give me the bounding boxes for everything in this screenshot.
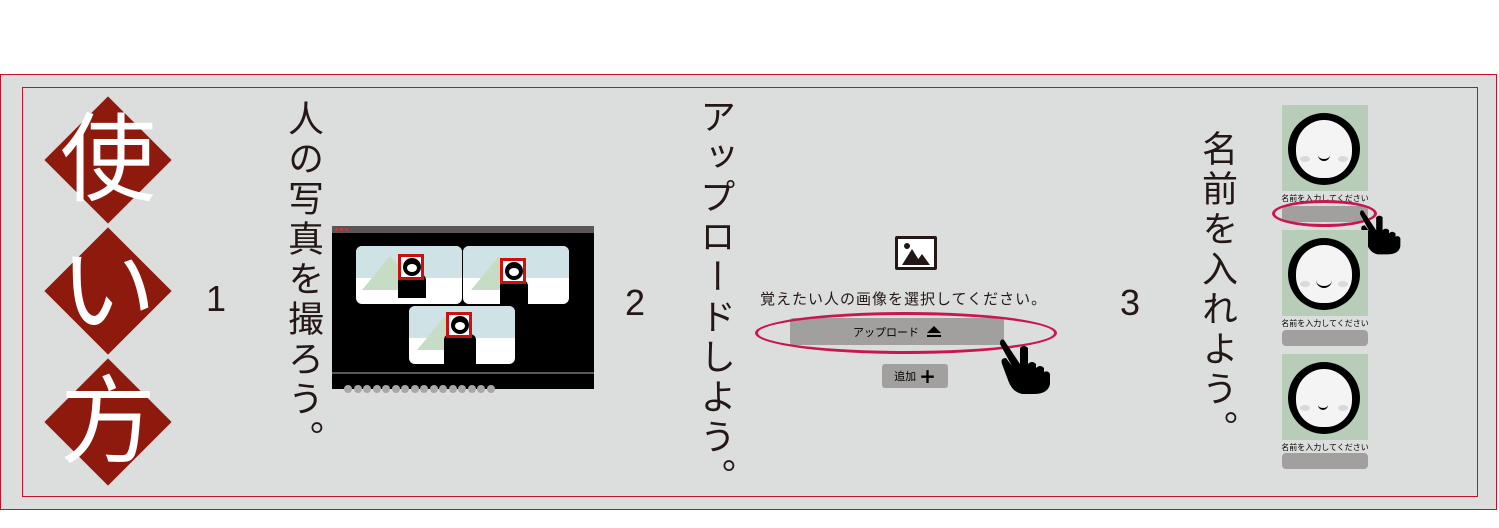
step-2-number: 2 (625, 282, 646, 323)
plus-icon: + (919, 364, 936, 388)
step-2-text: アップロードしよう。 (694, 98, 735, 498)
name-card-2-photo (1282, 230, 1368, 316)
detected-face-box (446, 312, 472, 338)
name-card-3-label: 名前を入力してください (1281, 443, 1369, 452)
detected-face-box (500, 258, 526, 284)
step-1-number: 1 (206, 278, 227, 319)
thumbnail-dots (344, 378, 496, 397)
title-char-1: 使 (60, 104, 156, 216)
step-3-text: 名前を入れよう。 (1196, 130, 1237, 450)
detected-face-box (398, 254, 424, 280)
name-card-3-photo (1282, 354, 1368, 440)
name-card-3-input[interactable] (1282, 453, 1368, 469)
add-button-label: 追加 (894, 370, 917, 383)
pointing-hand-icon (1000, 339, 1050, 394)
title-diamond-3: 方 (43, 357, 173, 487)
title-diamond-1: 使 (43, 95, 173, 225)
upload-prompt: 覚えたい人の画像を選択してください。 (760, 290, 1048, 308)
camera-screen-illustration (332, 226, 594, 393)
name-card-2-input[interactable] (1282, 330, 1368, 346)
image-icon (895, 236, 937, 270)
step-3-number: 3 (1120, 282, 1141, 323)
inner-frame (22, 87, 1478, 497)
title-char-2: い (60, 235, 156, 347)
name-card-2-label: 名前を入力してください (1281, 319, 1369, 328)
title-char-3: 方 (60, 366, 156, 478)
add-button[interactable]: 追加 + (882, 364, 948, 388)
step-1-text: 人の写真を撮ろう。 (282, 100, 323, 460)
title-diamond-2: い (43, 226, 173, 356)
name-card-1-photo (1282, 105, 1368, 191)
